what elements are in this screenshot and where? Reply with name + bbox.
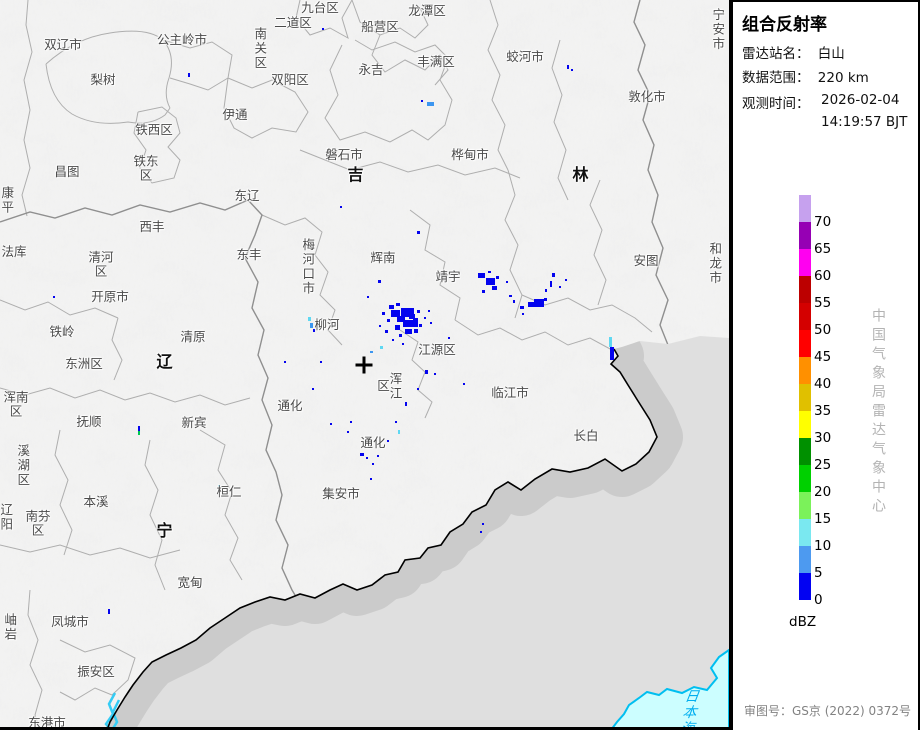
colorbar-segment [799,573,811,600]
colorbar-tick-label: 25 [814,457,831,473]
radar-map: 双辽市公主岭市梨树伊通铁西区铁东 区昌图康平法库九台区二道区南关区龙潭区船营区永… [0,0,729,730]
time-row: 观测时间： 2026-02-04 [742,92,810,112]
colorbar-tick-label: 15 [814,511,831,527]
colorbar-segment [799,303,811,330]
colorbar-segment [799,357,811,384]
reflectivity-colorbar [799,195,811,600]
agency-watermark: 中国气象局雷达气象中心 [868,308,888,517]
colorbar-segment [799,195,811,222]
colorbar-segment [799,546,811,573]
colorbar-unit: dBZ [789,614,816,630]
colorbar-tick-label: 55 [814,295,831,311]
colorbar-tick-label: 35 [814,403,831,419]
colorbar-tick-label: 30 [814,430,831,446]
product-title: 组合反射率 [742,10,827,35]
range-value: 220 km [818,70,869,86]
radar-display: 双辽市公主岭市梨树伊通铁西区铁东 区昌图康平法库九台区二道区南关区龙潭区船营区永… [0,0,920,730]
colorbar-tick-label: 0 [814,592,823,608]
colorbar-tick-label: 65 [814,241,831,257]
station-row: 雷达站名： 白山 [742,42,845,62]
colorbar-tick-label: 50 [814,322,831,338]
colorbar-segment [799,438,811,465]
colorbar-tick-label: 60 [814,268,831,284]
station-value: 白山 [818,42,845,62]
colorbar-tick-label: 5 [814,565,823,581]
info-panel: 组合反射率 雷达站名： 白山 数据范围： 220 km 观测时间： 2026-0… [733,0,920,730]
colorbar-segment [799,222,811,249]
colorbar-segment [799,492,811,519]
range-label: 数据范围： [742,66,810,86]
colorbar-segment [799,465,811,492]
time-label: 观测时间： [742,92,810,112]
colorbar-segment [799,411,811,438]
colorbar-tick-label: 70 [814,214,831,230]
colorbar-segment [799,330,811,357]
colorbar-segment [799,249,811,276]
map-approval-number: 审图号：GS京 (2022) 0372号 [744,702,911,719]
range-row: 数据范围： 220 km [742,66,869,86]
time-value-clock: 14:19:57 BJT [821,114,907,130]
colorbar-segment [799,519,811,546]
colorbar-tick-label: 45 [814,349,831,365]
time-value-date: 2026-02-04 [821,92,899,108]
colorbar-tick-label: 10 [814,538,831,554]
radar-site-marker [356,357,373,374]
colorbar-tick-label: 20 [814,484,831,500]
colorbar-segment [799,384,811,411]
colorbar-segment [799,276,811,303]
station-label: 雷达站名： [742,42,810,62]
colorbar-tick-label: 40 [814,376,831,392]
